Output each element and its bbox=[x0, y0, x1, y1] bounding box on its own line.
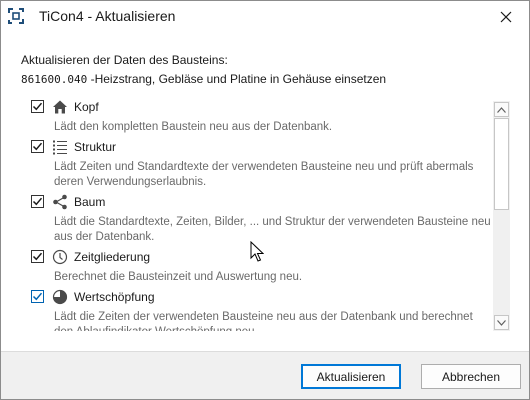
option-title: Struktur bbox=[74, 140, 117, 154]
scroll-down-button[interactable] bbox=[494, 315, 509, 330]
option-description: Lädt die Standardtexte, Zeiten, Bilder, … bbox=[54, 216, 491, 243]
baustein-line: 861600.040 -Heizstrang, Gebläse und Plat… bbox=[21, 72, 386, 86]
scroll-up-button[interactable] bbox=[494, 102, 509, 117]
option-title: Wertschöpfung bbox=[74, 290, 155, 304]
pie-chart-icon bbox=[52, 289, 68, 305]
option-title: Baum bbox=[74, 195, 106, 209]
checkbox-zeitgliederung[interactable] bbox=[31, 250, 44, 263]
close-icon bbox=[500, 11, 512, 23]
chevron-up-icon bbox=[497, 106, 506, 113]
option-title: Zeitgliederung bbox=[74, 250, 151, 264]
dialog-window: TiCon4 - Aktualisieren Aktualisieren der… bbox=[0, 0, 530, 400]
mouse-cursor-icon bbox=[250, 241, 264, 262]
baustein-code: 861600.040 bbox=[21, 73, 88, 86]
checkbox-kopf[interactable] bbox=[31, 100, 44, 113]
window-title: TiCon4 - Aktualisieren bbox=[39, 8, 176, 24]
dialog-heading: Aktualisieren der Daten des Bausteins: bbox=[21, 53, 228, 67]
cancel-button[interactable]: Abbrechen bbox=[421, 364, 521, 389]
close-button[interactable] bbox=[483, 1, 529, 33]
checkbox-struktur[interactable] bbox=[31, 140, 44, 153]
chevron-down-icon bbox=[497, 319, 506, 326]
option-description: Lädt den kompletten Baustein neu aus der… bbox=[54, 121, 333, 133]
list-icon bbox=[52, 139, 68, 155]
share-icon bbox=[52, 194, 68, 210]
options-list: Kopf Lädt den kompletten Baustein neu au… bbox=[29, 98, 511, 331]
option-title: Kopf bbox=[74, 100, 99, 114]
vertical-scrollbar[interactable] bbox=[493, 101, 510, 331]
update-button[interactable]: Aktualisieren bbox=[301, 364, 401, 389]
title-bar[interactable]: TiCon4 - Aktualisieren bbox=[1, 1, 529, 33]
clock-icon bbox=[52, 249, 68, 265]
option-description: Lädt Zeiten und Standardtexte der verwen… bbox=[54, 161, 474, 188]
checkbox-baum[interactable] bbox=[31, 195, 44, 208]
dialog-footer: Aktualisieren Abbrechen bbox=[1, 351, 529, 399]
baustein-description: -Heizstrang, Gebläse und Platine in Gehä… bbox=[87, 72, 387, 86]
checkbox-wertschoepfung[interactable] bbox=[31, 290, 44, 303]
home-icon bbox=[52, 99, 68, 115]
scrollbar-thumb[interactable] bbox=[494, 118, 509, 210]
option-description: Lädt die Zeiten der verwendeten Baustein… bbox=[54, 311, 473, 331]
option-description: Berechnet die Bausteinzeit und Auswertun… bbox=[54, 271, 303, 283]
app-refresh-icon bbox=[8, 8, 24, 24]
